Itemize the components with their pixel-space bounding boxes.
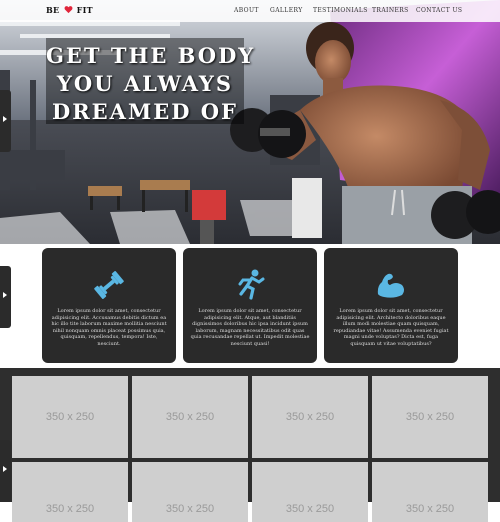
nav-trainers-link[interactable]: TRAINERS [372, 7, 409, 14]
heart-icon [64, 6, 73, 14]
placeholder-label: 350 x 250 [405, 502, 455, 515]
dumbbell-icon [94, 271, 124, 299]
placeholder-label: 350 x 250 [45, 502, 95, 515]
headline-line: DREAMED OF [52, 99, 238, 124]
feature-text: Lorem ipsum dolor sit amet, consectetur … [190, 308, 310, 347]
placeholder-label: 350 x 250 [165, 411, 215, 423]
chevron-right-icon [3, 116, 7, 122]
gallery-image[interactable]: 350 x 250 [132, 376, 248, 458]
hero-prev-arrow[interactable] [0, 90, 11, 152]
headline-line: YOU ALWAYS [56, 71, 234, 96]
nav-about-link[interactable]: ABOUT [234, 7, 259, 14]
gallery-image[interactable]: 350 x 250 [132, 462, 248, 522]
nav-testimonials-link[interactable]: TESTIMONIALS [313, 7, 368, 14]
gallery-image[interactable]: 350 x 250 [252, 376, 368, 458]
gallery-image[interactable]: 350 x 250 [372, 376, 488, 458]
placeholder-label: 350 x 250 [285, 502, 335, 515]
side-scroll-tab[interactable] [0, 266, 11, 328]
feature-card-cardio: Lorem ipsum dolor sit amet, consectetur … [183, 248, 317, 363]
chevron-right-icon [3, 292, 7, 298]
placeholder-label: 350 x 250 [405, 411, 455, 423]
feature-card-strength: Lorem ipsum dolor sit amet, consectetur … [42, 248, 176, 363]
chevron-right-icon [3, 466, 7, 472]
hero-banner: GET THE BODY YOU ALWAYS DREAMED OF [0, 0, 500, 244]
feature-text: Lorem ipsum dolor sit amet, consectetur … [333, 308, 449, 347]
gallery-image[interactable]: 350 x 250 [252, 462, 368, 522]
headline-line: GET THE BODY [46, 43, 256, 68]
logo-be: BE [46, 5, 60, 15]
nav-contact-link[interactable]: CONTACT US [416, 7, 462, 14]
nav-gallery-link[interactable]: GALLERY [270, 7, 303, 14]
running-person-icon [238, 269, 265, 300]
feature-card-muscle: Lorem ipsum dolor sit amet, consectetur … [324, 248, 458, 363]
top-navbar: BE FIT ABOUT GALLERY TESTIMONIALS TRAINE… [0, 0, 500, 22]
logo-fit: FIT [76, 5, 93, 15]
gallery-image[interactable]: 350 x 250 [12, 376, 128, 458]
feature-text: Lorem ipsum dolor sit amet, consectetur … [51, 308, 167, 347]
placeholder-label: 350 x 250 [285, 411, 335, 423]
placeholder-label: 350 x 250 [45, 411, 95, 423]
site-logo[interactable]: BE FIT [46, 5, 93, 15]
side-scroll-tab-lower[interactable] [0, 440, 11, 502]
placeholder-label: 350 x 250 [165, 502, 215, 515]
gallery-image[interactable]: 350 x 250 [372, 462, 488, 522]
flexed-arm-icon [377, 273, 404, 298]
hero-headline: GET THE BODY YOU ALWAYS DREAMED OF [46, 42, 256, 126]
gallery-image[interactable]: 350 x 250 [12, 462, 128, 522]
gallery-section: 350 x 250 350 x 250 350 x 250 350 x 250 … [0, 368, 500, 522]
